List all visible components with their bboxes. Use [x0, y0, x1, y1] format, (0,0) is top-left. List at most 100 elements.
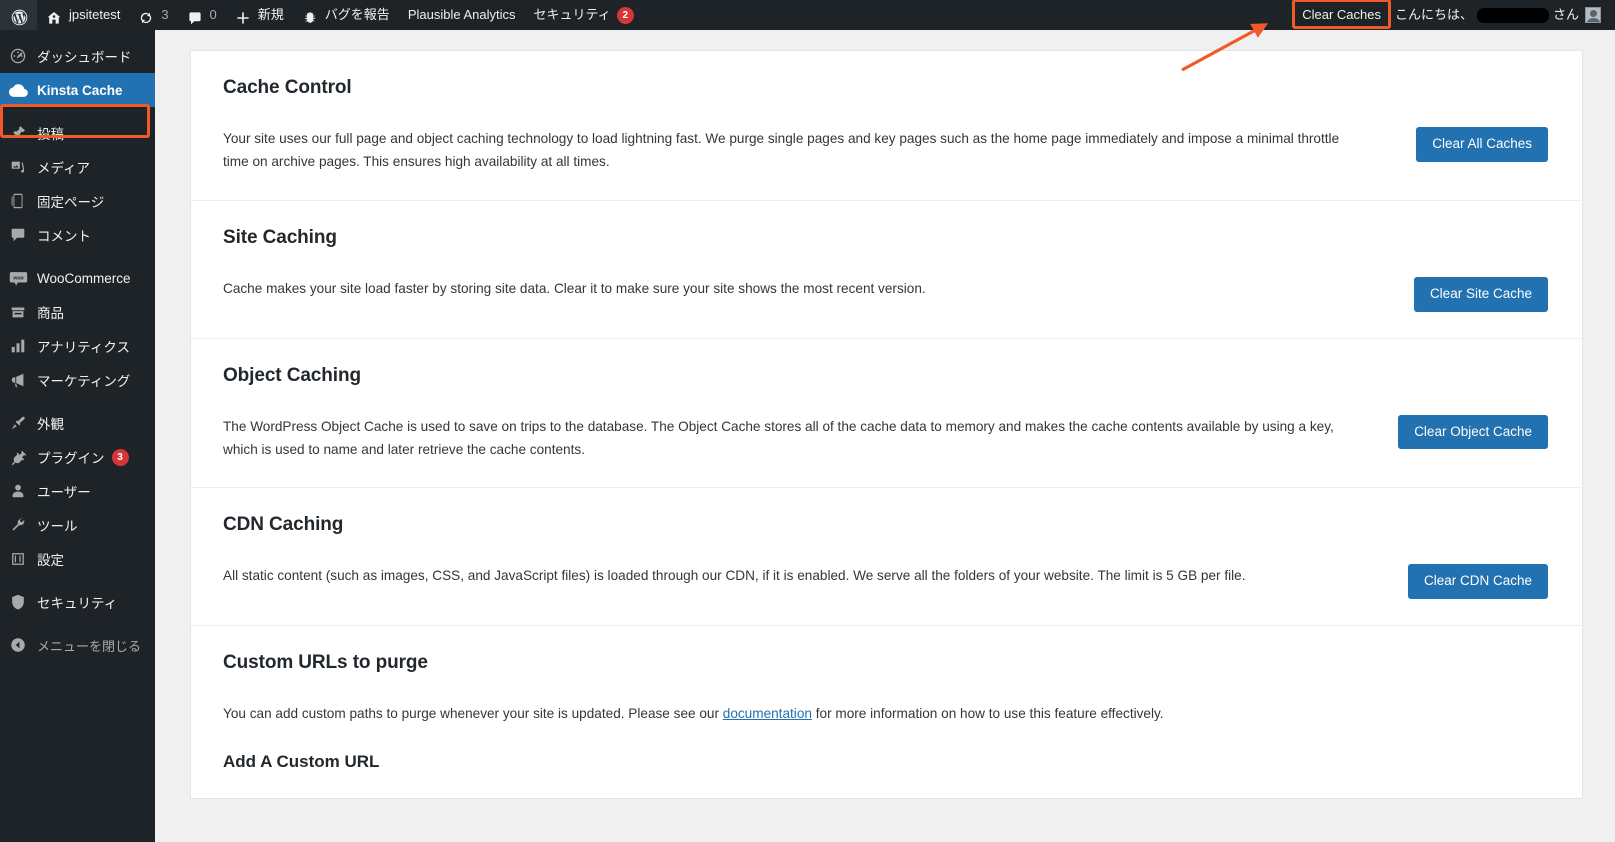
- dashboard-icon: [8, 46, 28, 66]
- collapse-icon: [8, 635, 28, 655]
- sidebar-label-posts: 投稿: [37, 127, 64, 142]
- section-object-caching: Object Caching The WordPress Object Cach…: [191, 339, 1582, 489]
- sidebar-label-users: ユーザー: [37, 485, 91, 500]
- sidebar-item-dashboard[interactable]: ダッシュボード: [0, 39, 155, 73]
- comment-icon: [8, 225, 28, 245]
- section-description-custom-urls: You can add custom paths to purge whenev…: [223, 702, 1363, 725]
- sidebar-item-analytics[interactable]: アナリティクス: [0, 329, 155, 363]
- clear-site-cache-button[interactable]: Clear Site Cache: [1413, 276, 1548, 312]
- new-content-menu[interactable]: 新規: [226, 0, 293, 30]
- sidebar-label-media: メディア: [37, 161, 91, 176]
- plausible-analytics-menu[interactable]: Plausible Analytics: [399, 0, 525, 30]
- sidebar-label-appearance: 外観: [37, 417, 64, 432]
- admin-sidebar-menu: ダッシュボード Kinsta Cache 投稿 メディア 固定ページ コメント …: [0, 30, 155, 842]
- section-site-caching: Site Caching Cache makes your site load …: [191, 201, 1582, 339]
- sidebar-label-kinsta-cache: Kinsta Cache: [37, 82, 123, 98]
- section-title-site-caching: Site Caching: [223, 226, 337, 248]
- wordpress-logo-glyph: [11, 7, 28, 25]
- sidebar-label-plugins: プラグイン: [37, 451, 105, 466]
- admin-screen: jpsitetest 3 0 新規 バグを報告 Plausible Analyt…: [0, 0, 1615, 842]
- sidebar-label-settings: 設定: [37, 553, 64, 568]
- sidebar-item-kinsta-cache[interactable]: Kinsta Cache: [0, 73, 155, 107]
- megaphone-icon: [8, 370, 28, 390]
- brush-icon: [8, 413, 28, 433]
- wp-admin-bar: jpsitetest 3 0 新規 バグを報告 Plausible Analyt…: [0, 0, 1615, 30]
- comments-count: 0: [209, 7, 217, 22]
- admin-bar-left-group: jpsitetest 3 0 新規 バグを報告 Plausible Analyt…: [0, 0, 643, 30]
- section-title-object-caching: Object Caching: [223, 364, 361, 386]
- plugins-update-badge: 3: [111, 448, 129, 466]
- sidebar-item-settings[interactable]: 設定: [0, 542, 155, 576]
- sidebar-item-security[interactable]: セキュリティ: [0, 585, 155, 619]
- sidebar-divider-5: [0, 619, 155, 628]
- media-icon: [8, 157, 28, 177]
- clear-all-caches-button[interactable]: Clear All Caches: [1416, 127, 1548, 162]
- sidebar-item-media[interactable]: メディア: [0, 150, 155, 184]
- security-menu[interactable]: セキュリティ 2: [524, 0, 642, 30]
- report-bug-label: バグを報告: [324, 7, 390, 22]
- chart-icon: [8, 336, 28, 356]
- account-menu[interactable]: こんにちは、 さん: [1391, 0, 1615, 30]
- svg-text:woo: woo: [12, 275, 23, 281]
- sidebar-item-pages[interactable]: 固定ページ: [0, 184, 155, 218]
- page-icon: [8, 191, 28, 211]
- updates-count: 3: [161, 7, 169, 22]
- security-label: セキュリティ: [533, 7, 611, 22]
- sidebar-item-posts[interactable]: 投稿: [0, 116, 155, 150]
- site-name-label: jpsitetest: [69, 7, 121, 22]
- section-subtitle-add-custom-url: Add A Custom URL: [223, 751, 380, 771]
- section-title-custom-urls: Custom URLs to purge: [223, 652, 428, 674]
- sidebar-label-collapse-menu: メニューを閉じる: [37, 638, 142, 654]
- sidebar-label-comments: コメント: [37, 229, 91, 244]
- kinsta-cache-panel: Cache Control Your site uses our full pa…: [190, 50, 1583, 799]
- shield-icon: [8, 592, 28, 612]
- sidebar-label-pages: 固定ページ: [37, 195, 105, 210]
- plausible-analytics-label: Plausible Analytics: [407, 7, 516, 22]
- section-description-cdn-caching: All static content (such as images, CSS,…: [223, 568, 1246, 584]
- sidebar-item-collapse-menu[interactable]: メニューを閉じる: [0, 628, 155, 662]
- settings-icon: [8, 549, 28, 569]
- sidebar-item-marketing[interactable]: マーケティング: [0, 363, 155, 397]
- greeting-prefix: こんにちは、: [1394, 7, 1473, 22]
- main-content-area: Cache Control Your site uses our full pa…: [155, 30, 1615, 842]
- sidebar-label-analytics: アナリティクス: [37, 340, 131, 355]
- section-cdn-caching: CDN Caching All static content (such as …: [191, 488, 1582, 627]
- clear-object-cache-button[interactable]: Clear Object Cache: [1398, 414, 1548, 450]
- plus-icon: [235, 7, 252, 24]
- new-content-label: 新規: [257, 7, 284, 22]
- clear-cdn-cache-button[interactable]: Clear CDN Cache: [1407, 564, 1548, 600]
- clear-caches-label: Clear Caches: [1302, 7, 1381, 22]
- clear-caches-menu[interactable]: Clear Caches: [1292, 0, 1391, 30]
- updates-menu[interactable]: 3: [129, 0, 177, 30]
- username-redacted: [1476, 7, 1549, 23]
- sidebar-item-products[interactable]: 商品: [0, 295, 155, 329]
- sidebar-item-plugins[interactable]: プラグイン 3: [0, 440, 155, 474]
- documentation-link[interactable]: documentation: [723, 706, 812, 721]
- sidebar-label-marketing: マーケティング: [37, 374, 131, 389]
- sidebar-label-security: セキュリティ: [37, 596, 118, 611]
- avatar: [1585, 7, 1601, 23]
- sidebar-label-dashboard: ダッシュボード: [37, 50, 132, 65]
- update-icon: [138, 7, 155, 24]
- section-cache-control: Cache Control Your site uses our full pa…: [191, 51, 1582, 201]
- sidebar-divider-2: [0, 252, 155, 261]
- section-description-cache-control: Your site uses our full page and object …: [223, 131, 1340, 170]
- sidebar-item-tools[interactable]: ツール: [0, 508, 155, 542]
- section-description-site-caching: Cache makes your site load faster by sto…: [223, 280, 926, 296]
- report-bug-menu[interactable]: バグを報告: [293, 0, 399, 30]
- admin-bar-right-group: Clear Caches こんにちは、 さん: [1292, 0, 1615, 30]
- section-row-object-caching: The WordPress Object Cache is used to sa…: [223, 414, 1548, 462]
- sidebar-item-appearance[interactable]: 外観: [0, 406, 155, 440]
- sidebar-item-comments[interactable]: コメント: [0, 218, 155, 252]
- comments-menu[interactable]: 0: [178, 0, 226, 30]
- sidebar-label-tools: ツール: [37, 519, 78, 534]
- section-row-site-caching: Cache makes your site load faster by sto…: [223, 276, 1548, 312]
- sidebar-item-users[interactable]: ユーザー: [0, 474, 155, 508]
- sidebar-divider-3: [0, 397, 155, 406]
- wordpress-logo-icon[interactable]: [0, 0, 37, 30]
- plug-icon: [8, 447, 28, 467]
- site-name-menu[interactable]: jpsitetest: [37, 0, 129, 30]
- content-wrapper: Cache Control Your site uses our full pa…: [155, 30, 1615, 799]
- sidebar-item-woocommerce[interactable]: woo WooCommerce: [0, 261, 155, 295]
- sidebar-divider-1: [0, 107, 155, 116]
